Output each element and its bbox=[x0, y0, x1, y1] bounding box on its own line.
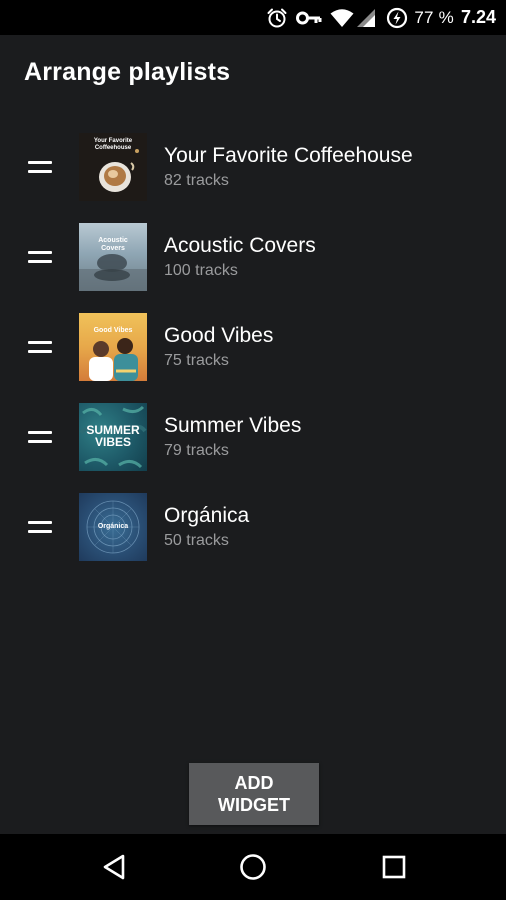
drag-handle-icon[interactable] bbox=[28, 431, 52, 443]
wifi-icon bbox=[330, 8, 354, 28]
page-title: Arrange playlists bbox=[24, 58, 231, 86]
track-count: 75 tracks bbox=[164, 351, 229, 369]
cover-title: Acoustic Covers bbox=[98, 237, 128, 252]
playlist-cover: Your Favorite Coffeehouse bbox=[79, 133, 147, 201]
playlist-title: Orgánica bbox=[164, 503, 250, 527]
status-bar: 77 % 7.24 bbox=[0, 0, 506, 35]
track-count: 50 tracks bbox=[164, 531, 229, 549]
recents-icon[interactable] bbox=[379, 852, 409, 882]
battery-percent: 77 % bbox=[414, 7, 454, 27]
playlist-cover: SUMMER VIBES bbox=[79, 403, 147, 471]
drag-handle-icon[interactable] bbox=[28, 521, 52, 533]
track-count: 82 tracks bbox=[164, 171, 229, 189]
playlist-cover: Acoustic Covers bbox=[79, 223, 147, 291]
playlist-item[interactable]: Good Vibes Good Vibes 75 tracks bbox=[0, 302, 506, 392]
add-widget-button[interactable]: ADD WIDGET bbox=[189, 763, 319, 825]
drag-handle-icon[interactable] bbox=[28, 161, 52, 173]
vpn-key-icon bbox=[296, 10, 322, 26]
cover-title: Orgánica bbox=[97, 523, 129, 530]
playlist-title: Your Favorite Coffeehouse bbox=[164, 143, 413, 167]
playlist-item[interactable]: Orgánica Orgánica 50 tracks bbox=[0, 482, 506, 572]
alarm-icon bbox=[266, 7, 288, 29]
back-icon[interactable] bbox=[99, 852, 129, 882]
playlist-title: Summer Vibes bbox=[164, 413, 302, 437]
drag-handle-icon[interactable] bbox=[28, 251, 52, 263]
track-count: 79 tracks bbox=[164, 441, 229, 459]
track-count: 100 tracks bbox=[164, 261, 238, 279]
playlist-item[interactable]: SUMMER VIBES Summer Vibes 79 tracks bbox=[0, 392, 506, 482]
playlist-title: Good Vibes bbox=[164, 323, 274, 347]
playlist-title: Acoustic Covers bbox=[164, 233, 316, 257]
status-time: 7.24 bbox=[460, 7, 496, 27]
playlist-cover: Good Vibes bbox=[79, 313, 147, 381]
navigation-bar bbox=[0, 834, 506, 900]
home-icon[interactable] bbox=[238, 852, 268, 882]
playlist-list: Your Favorite Coffeehouse Your Favorite … bbox=[0, 122, 506, 572]
cover-title: Good Vibes bbox=[93, 327, 133, 334]
playlist-item[interactable]: Acoustic Covers Acoustic Covers 100 trac… bbox=[0, 212, 506, 302]
drag-handle-icon[interactable] bbox=[28, 341, 52, 353]
cell-signal-icon bbox=[356, 8, 376, 28]
cover-title: SUMMER VIBES bbox=[86, 423, 140, 449]
battery-charging-icon bbox=[386, 7, 408, 29]
playlist-cover: Orgánica bbox=[79, 493, 147, 561]
playlist-item[interactable]: Your Favorite Coffeehouse Your Favorite … bbox=[0, 122, 506, 212]
